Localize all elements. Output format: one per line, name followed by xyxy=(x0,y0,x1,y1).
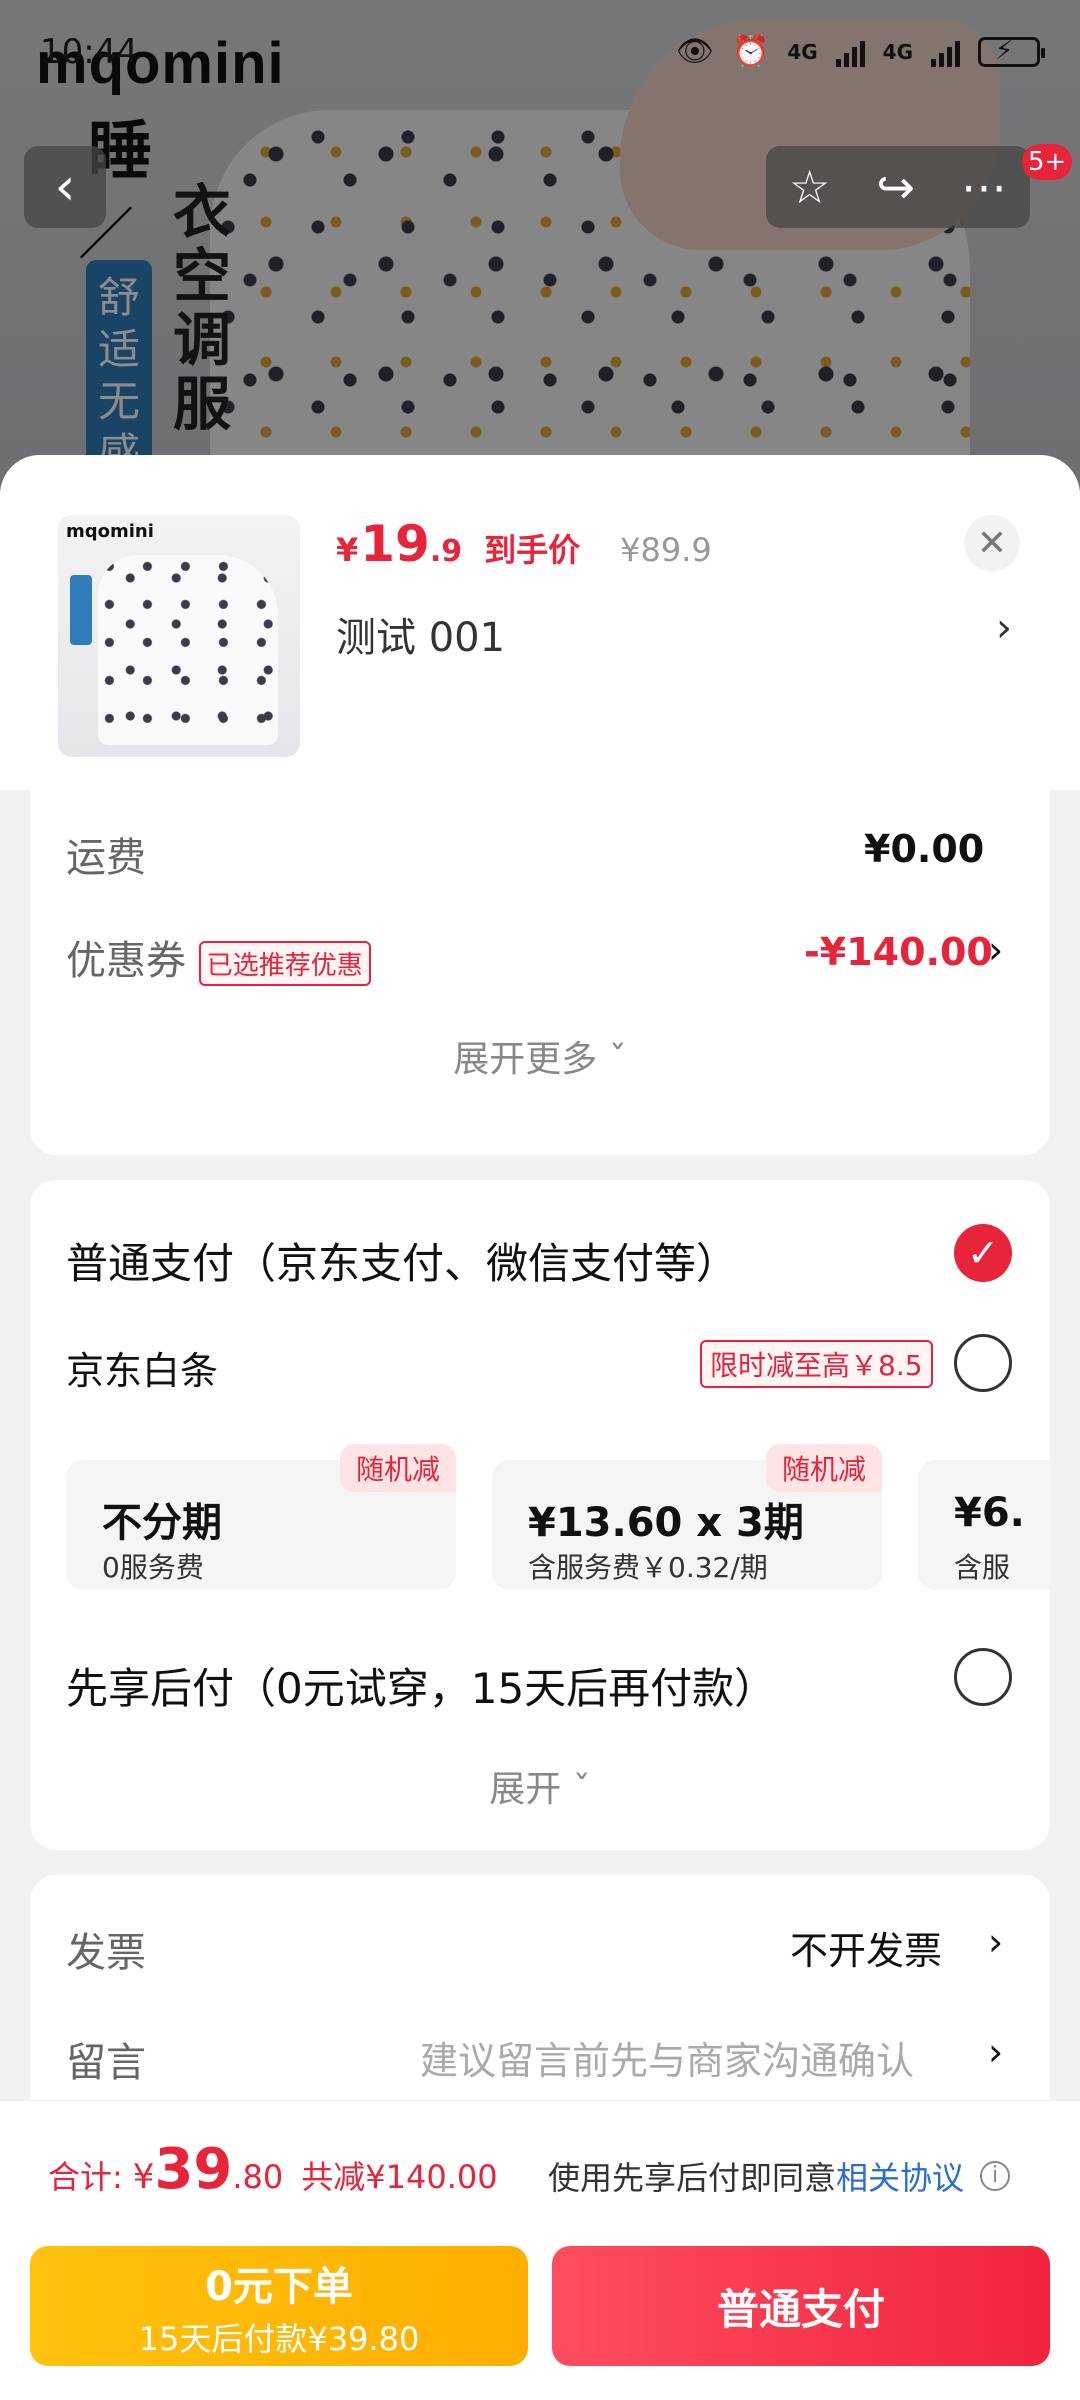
normal-pay-button[interactable]: 普通支付 xyxy=(552,2246,1050,2366)
coupon-label-text: 优惠券 xyxy=(66,938,186,984)
pay-later-label[interactable]: 先享后付（0元试穿，15天后再付款） xyxy=(66,1655,776,1716)
extra-info-card: 发票 不开发票 › 留言 建议留言前先与商家沟通确认 › xyxy=(30,1875,1050,2135)
baitiao-label[interactable]: 京东白条 xyxy=(66,1340,218,1395)
shipping-label: 运费 xyxy=(66,835,146,881)
shipping-value: ¥0.00 xyxy=(864,827,985,871)
total-label: 合计: xyxy=(48,2158,123,2196)
checkout-bottom-bar: 合计: ¥ 39 .80 共减¥140.00 使用先享后付即同意 相关协议 i … xyxy=(0,2100,1080,2400)
close-icon: ✕ xyxy=(976,522,1008,564)
status-time: 10:44 xyxy=(40,32,138,72)
baitiao-radio[interactable] xyxy=(954,1334,1012,1392)
alarm-icon: ⏰ xyxy=(731,34,770,69)
chevron-right-icon[interactable]: › xyxy=(996,605,1012,651)
pay-later-radio[interactable] xyxy=(954,1648,1012,1706)
pay-later-button-sub: 15天后付款¥39.80 xyxy=(138,2320,420,2358)
installment-sub: 0服务费 xyxy=(102,1551,204,1584)
coupon-tag: 已选推荐优惠 xyxy=(198,940,371,986)
agreement-prefix: 使用先享后付即同意 xyxy=(548,2159,837,2197)
nav-actions: ☆ ↪ ⋯ xyxy=(766,146,1030,228)
chevron-right-icon[interactable]: › xyxy=(988,2030,1003,2074)
close-button[interactable]: ✕ xyxy=(964,515,1020,571)
total-saved: 共减¥140.00 xyxy=(301,2158,498,2196)
status-icons: 👁 ⏰ 4G 4G ⚡ xyxy=(675,34,1045,69)
selected-spec[interactable]: 测试 001 xyxy=(336,605,505,663)
normal-pay-radio[interactable]: ✓ xyxy=(954,1224,1012,1282)
payment-card: 普通支付（京东支付、微信支付等） ✓ 京东白条 限时减至高￥8.5 随机减 不分… xyxy=(30,1180,1050,1850)
baitiao-promo-tag: 限时减至高￥8.5 xyxy=(700,1340,933,1388)
installment-option-2[interactable]: 随机减 ¥13.60 x 3期 含服务费￥0.32/期 xyxy=(492,1444,882,1590)
installment-options: 随机减 不分期 0服务费 随机减 ¥13.60 x 3期 含服务费￥0.32/期… xyxy=(66,1440,1050,1590)
thumbnail-shirt xyxy=(98,555,278,745)
installment-option-3[interactable]: ¥6. 含服 xyxy=(918,1460,1050,1590)
info-icon[interactable]: i xyxy=(980,2161,1011,2191)
installment-sub: 含服 xyxy=(954,1551,1011,1584)
check-icon: ✓ xyxy=(967,1231,999,1275)
message-label: 留言 xyxy=(66,2040,146,2086)
more-icon[interactable]: ⋯ xyxy=(961,160,1007,214)
signal-icon xyxy=(835,37,865,67)
chevron-right-icon[interactable]: › xyxy=(988,928,1003,972)
order-summary-card: 运费 ¥0.00 优惠券 已选推荐优惠 -¥140.00 › 展开更多 ˇ xyxy=(30,790,1050,1155)
installment-main: 不分期 xyxy=(102,1500,222,1546)
share-icon[interactable]: ↪ xyxy=(876,160,915,214)
invoice-value[interactable]: 不开发票 xyxy=(790,1920,942,1975)
status-bar: 10:44 👁 ⏰ 4G 4G ⚡ xyxy=(0,0,1080,100)
expand-more-button[interactable]: 展开更多 ˇ xyxy=(30,1030,1050,1082)
invoice-label: 发票 xyxy=(66,1930,146,1976)
price-decimal: .9 xyxy=(429,534,463,569)
total-decimal: .80 xyxy=(232,2158,284,2196)
installment-main: ¥13.60 x 3期 xyxy=(528,1500,804,1546)
original-price: ¥89.9 xyxy=(620,531,712,569)
star-icon[interactable]: ☆ xyxy=(789,160,830,214)
coupon-label: 优惠券 已选推荐优惠 xyxy=(66,928,371,986)
thumbnail-tag xyxy=(70,575,92,645)
network-type-2: 4G xyxy=(882,39,913,64)
price-integer: 19 xyxy=(360,515,430,573)
total-integer: 39 xyxy=(154,2137,233,2202)
pay-later-order-button[interactable]: 0元下单 15天后付款¥39.80 xyxy=(30,2246,528,2366)
normal-pay-label[interactable]: 普通支付（京东支付、微信支付等） xyxy=(66,1230,738,1291)
eye-icon: 👁 xyxy=(675,34,714,69)
price-row: ¥ 19 .9 到手价 ¥89.9 xyxy=(336,515,712,573)
battery-icon: ⚡ xyxy=(978,36,1045,67)
total-currency: ¥ xyxy=(132,2157,155,2197)
installment-badge: 随机减 xyxy=(765,1444,882,1492)
installment-main: ¥6. xyxy=(954,1490,1025,1536)
agreement-link[interactable]: 相关协议 xyxy=(836,2153,964,2199)
coupon-value[interactable]: -¥140.00 xyxy=(804,930,993,974)
installment-badge: 随机减 xyxy=(339,1444,456,1492)
network-type-1: 4G xyxy=(787,39,818,64)
price-label: 到手价 xyxy=(484,531,581,569)
product-thumbnail[interactable]: mqomini xyxy=(58,515,300,757)
back-button[interactable]: ‹ xyxy=(24,146,106,228)
chevron-right-icon[interactable]: › xyxy=(988,1920,1003,1964)
installment-option-1[interactable]: 随机减 不分期 0服务费 xyxy=(66,1444,456,1590)
chevron-left-icon: ‹ xyxy=(54,157,76,217)
product-header: mqomini ¥ 19 .9 到手价 ¥89.9 ✕ 测试 001 › xyxy=(0,455,1080,790)
signal-icon-2 xyxy=(931,37,960,67)
pay-later-button-label: 0元下单 xyxy=(205,2264,353,2310)
message-badge: 5+ xyxy=(1022,144,1073,180)
message-input[interactable]: 建议留言前先与商家沟通确认 xyxy=(420,2030,914,2085)
thumbnail-logo: mqomini xyxy=(66,521,154,542)
installment-sub: 含服务费￥0.32/期 xyxy=(528,1551,768,1584)
order-total: 合计: ¥ 39 .80 共减¥140.00 xyxy=(48,2137,498,2202)
agreement-text: 使用先享后付即同意 相关协议 i xyxy=(548,2153,1011,2199)
expand-button[interactable]: 展开 ˇ xyxy=(30,1760,1050,1812)
price-currency: ¥ xyxy=(336,531,359,569)
